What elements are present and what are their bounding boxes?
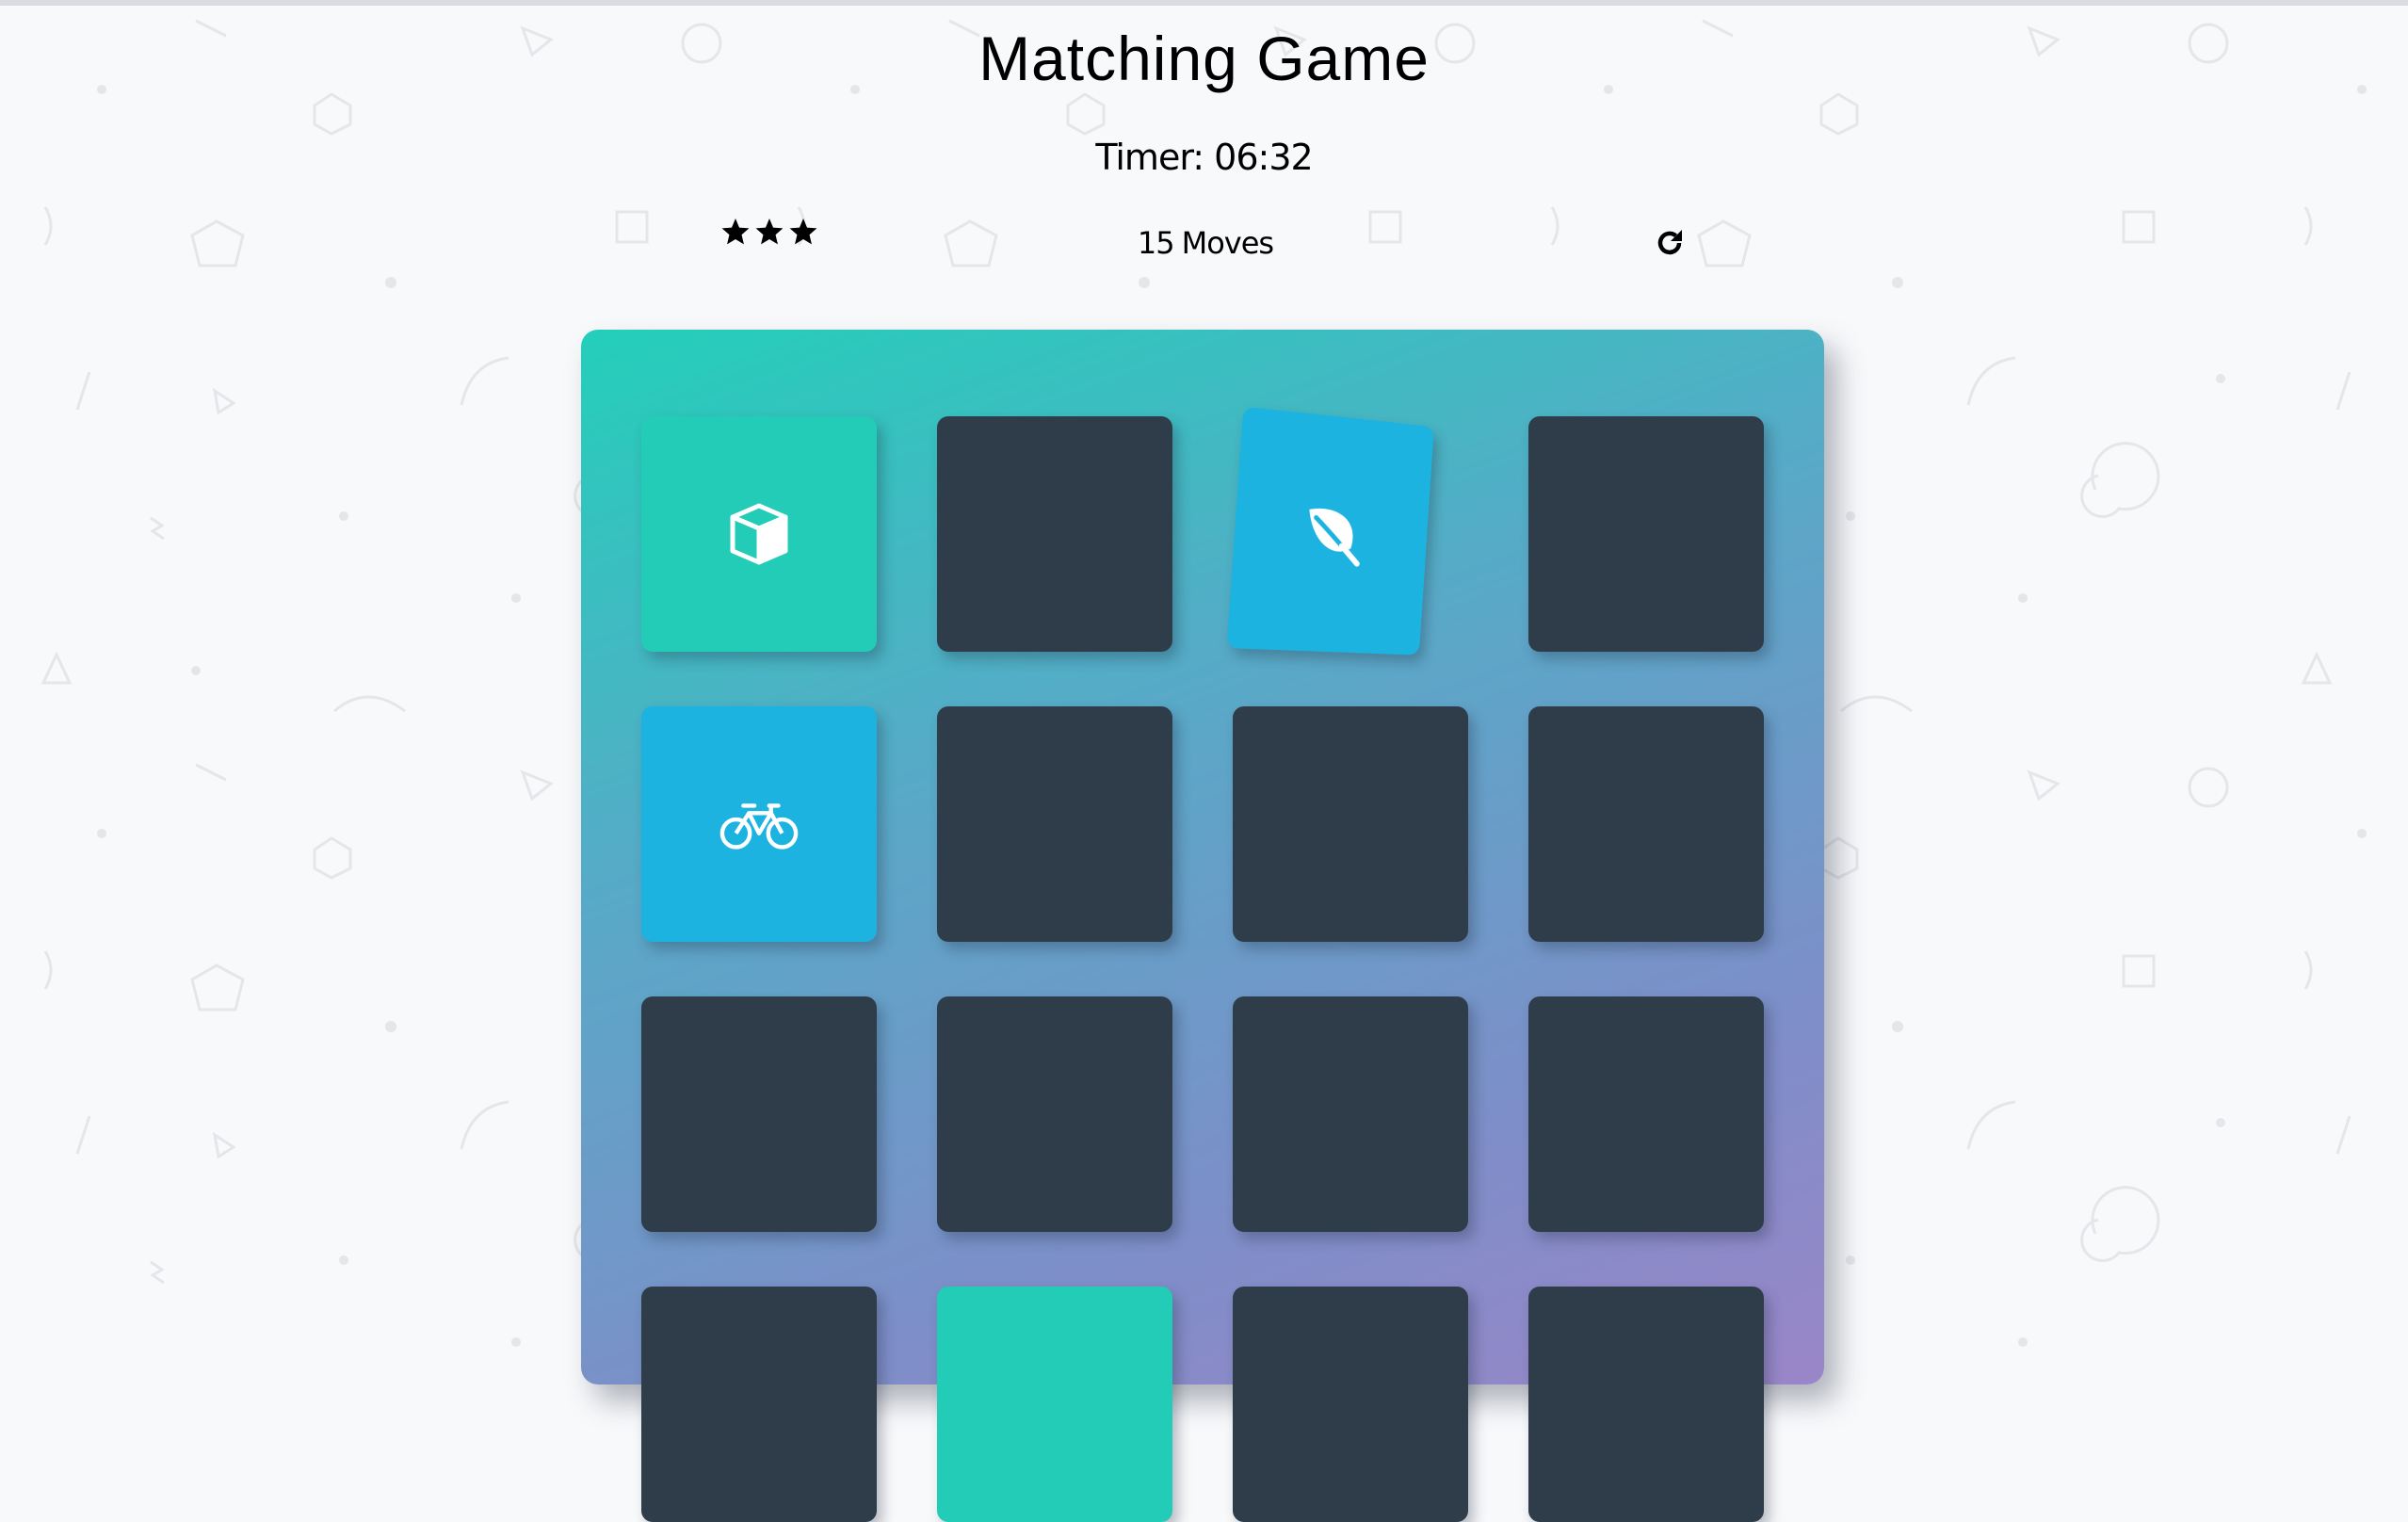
moves-label: Moves <box>1182 225 1273 261</box>
star-rating <box>720 217 818 247</box>
restart-button[interactable] <box>1653 226 1687 260</box>
card[interactable] <box>1233 1287 1468 1522</box>
card[interactable] <box>641 996 877 1232</box>
star-icon <box>754 217 784 247</box>
card[interactable] <box>1528 416 1764 652</box>
page-title: Matching Game <box>0 17 2408 100</box>
card[interactable] <box>641 1287 877 1522</box>
cube-icon <box>723 498 795 570</box>
card[interactable] <box>1528 1287 1764 1522</box>
card[interactable] <box>1233 706 1468 942</box>
card[interactable] <box>641 706 877 942</box>
score-panel: 15 Moves <box>697 217 1714 269</box>
timer-display: Timer: 06:32 <box>0 132 2408 183</box>
leaf-icon <box>1296 495 1370 572</box>
card[interactable] <box>1528 706 1764 942</box>
repeat-icon <box>1653 226 1687 260</box>
card[interactable] <box>937 996 1172 1232</box>
card[interactable] <box>937 1287 1172 1522</box>
card[interactable] <box>937 416 1172 652</box>
bicycle-icon <box>718 788 800 860</box>
star-icon <box>720 217 751 247</box>
card[interactable] <box>641 416 877 652</box>
moves-count: 15 <box>1138 225 1174 261</box>
card[interactable] <box>1528 996 1764 1232</box>
card[interactable] <box>1233 996 1468 1232</box>
card-deck <box>581 330 1824 1384</box>
game-container: Matching Game Timer: 06:32 15 Moves <box>0 0 2408 1370</box>
card[interactable] <box>937 706 1172 942</box>
moves-counter: 15 Moves <box>1055 217 1356 269</box>
card[interactable] <box>1226 406 1433 655</box>
star-icon <box>788 217 818 247</box>
